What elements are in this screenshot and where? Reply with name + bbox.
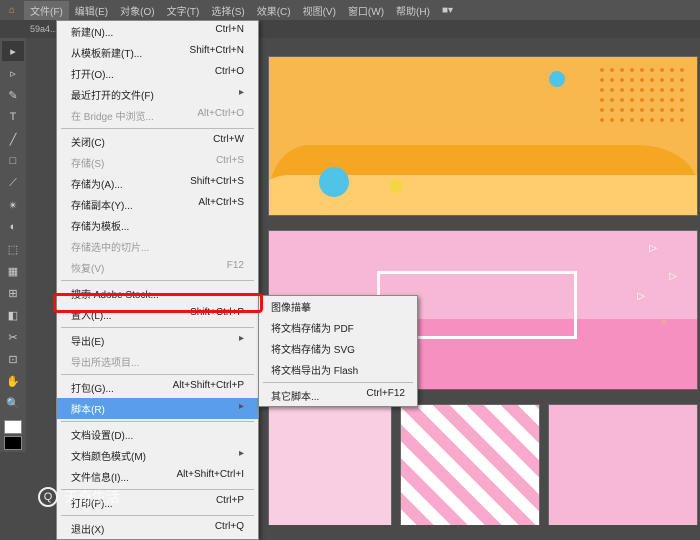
menu-item[interactable]: 导出(E)▸ [57, 330, 258, 351]
tool-6[interactable]: ⟋ [2, 173, 24, 193]
tool-8[interactable]: ◐ [2, 217, 24, 237]
tool-15[interactable]: ✋ [2, 371, 24, 391]
blue-circle [319, 167, 349, 197]
menu-item[interactable]: 退出(X)Ctrl+Q [57, 518, 258, 539]
submenu-item[interactable]: 其它脚本...Ctrl+F12 [259, 385, 417, 406]
tool-3[interactable]: T [2, 107, 24, 127]
menu-item: 在 Bridge 中浏览...Alt+Ctrl+O [57, 105, 258, 126]
fill-swatch[interactable] [4, 420, 22, 434]
menu-item[interactable]: 存储为模板... [57, 215, 258, 236]
triangle-icon: ▷ [649, 243, 657, 254]
menu-item: 恢复(V)F12 [57, 257, 258, 278]
stroke-swatch[interactable] [4, 436, 22, 450]
watermark-logo-icon: Q [38, 487, 58, 507]
menu-item[interactable]: 存储为(A)...Shift+Ctrl+S [57, 173, 258, 194]
menu-effect[interactable]: 效果(C) [251, 1, 297, 20]
artboard-3b[interactable] [400, 404, 540, 525]
menu-view[interactable]: 视图(V) [297, 1, 342, 20]
artboard-3c[interactable] [548, 404, 698, 525]
menu-window[interactable]: 窗口(W) [342, 1, 390, 20]
menu-item[interactable]: 打包(G)...Alt+Shift+Ctrl+P [57, 377, 258, 398]
watermark: Q 天奇生活 [38, 487, 120, 507]
submenu-item[interactable]: 将文档存储为 SVG [259, 338, 417, 359]
tool-13[interactable]: ✂ [2, 327, 24, 347]
file-menu-dropdown: 新建(N)...Ctrl+N从模板新建(T)...Shift+Ctrl+N打开(… [56, 20, 259, 540]
script-submenu: 图像描摹将文档存储为 PDF将文档存储为 SVG将文档导出为 Flash 其它脚本… [258, 295, 418, 407]
home-icon[interactable]: ⌂ [4, 2, 20, 18]
tool-4[interactable]: ╱ [2, 129, 24, 149]
circle-accent-icon: ○ [661, 317, 667, 328]
menu-item: 导出所选项目... [57, 351, 258, 372]
submenu-item[interactable]: 将文档存储为 PDF [259, 317, 417, 338]
tool-16[interactable]: 🔍 [2, 393, 24, 413]
menu-item[interactable]: 打开(O)...Ctrl+O [57, 63, 258, 84]
menubar: ⌂ 文件(F) 编辑(E) 对象(O) 文字(T) 选择(S) 效果(C) 视图… [0, 0, 700, 20]
menu-item[interactable]: 文件信息(I)...Alt+Shift+Ctrl+I [57, 466, 258, 487]
menu-item[interactable]: 关闭(C)Ctrl+W [57, 131, 258, 152]
menu-item[interactable]: 从模板新建(T)...Shift+Ctrl+N [57, 42, 258, 63]
tool-14[interactable]: ⊡ [2, 349, 24, 369]
tool-1[interactable]: ▹ [2, 63, 24, 83]
menu-type[interactable]: 文字(T) [161, 1, 206, 20]
tool-0[interactable]: ▸ [2, 41, 24, 61]
tool-11[interactable]: ⊞ [2, 283, 24, 303]
artboard-3a[interactable] [268, 404, 392, 525]
menu-item: 存储选中的切片... [57, 236, 258, 257]
tool-5[interactable]: □ [2, 151, 24, 171]
menu-select[interactable]: 选择(S) [205, 1, 250, 20]
watermark-text: 天奇生活 [64, 487, 120, 507]
menu-file[interactable]: 文件(F) [24, 1, 69, 20]
menu-item[interactable]: 脚本(R)▸ [57, 398, 258, 419]
blue-circle-small [549, 71, 565, 87]
triangle-icon: ▷ [637, 291, 645, 302]
menu-item[interactable]: 存储副本(Y)...Alt+Ctrl+S [57, 194, 258, 215]
triangle-icon: ▷ [669, 271, 677, 282]
tool-7[interactable]: ✴ [2, 195, 24, 215]
menu-edit[interactable]: 编辑(E) [69, 1, 114, 20]
menu-item[interactable]: 文档颜色模式(M)▸ [57, 445, 258, 466]
menu-item[interactable]: 置入(L)...Shift+Ctrl+P [57, 304, 258, 325]
menu-item[interactable]: 新建(N)...Ctrl+N [57, 21, 258, 42]
tool-panel: ▸▹✎T╱□⟋✴◐⬚▦⊞◧✂⊡✋🔍 [0, 38, 26, 452]
menu-item: 存储(S)Ctrl+S [57, 152, 258, 173]
tool-10[interactable]: ▦ [2, 261, 24, 281]
submenu-item[interactable]: 将文档导出为 Flash [259, 359, 417, 380]
menu-help[interactable]: 帮助(H) [390, 1, 436, 20]
yellow-circle [389, 179, 403, 193]
tool-2[interactable]: ✎ [2, 85, 24, 105]
tool-12[interactable]: ◧ [2, 305, 24, 325]
artboard-1[interactable] [268, 56, 698, 216]
menu-item[interactable]: 最近打开的文件(F)▸ [57, 84, 258, 105]
dot-pattern [597, 65, 687, 125]
menu-extra[interactable]: ■▾ [436, 3, 459, 18]
menu-item[interactable]: 搜索 Adobe Stock... [57, 283, 258, 304]
submenu-item[interactable]: 图像描摹 [259, 296, 417, 317]
menu-item[interactable]: 文档设置(D)... [57, 424, 258, 445]
menu-object[interactable]: 对象(O) [114, 1, 160, 20]
document-tab[interactable]: 59a4... [30, 24, 58, 34]
tool-9[interactable]: ⬚ [2, 239, 24, 259]
